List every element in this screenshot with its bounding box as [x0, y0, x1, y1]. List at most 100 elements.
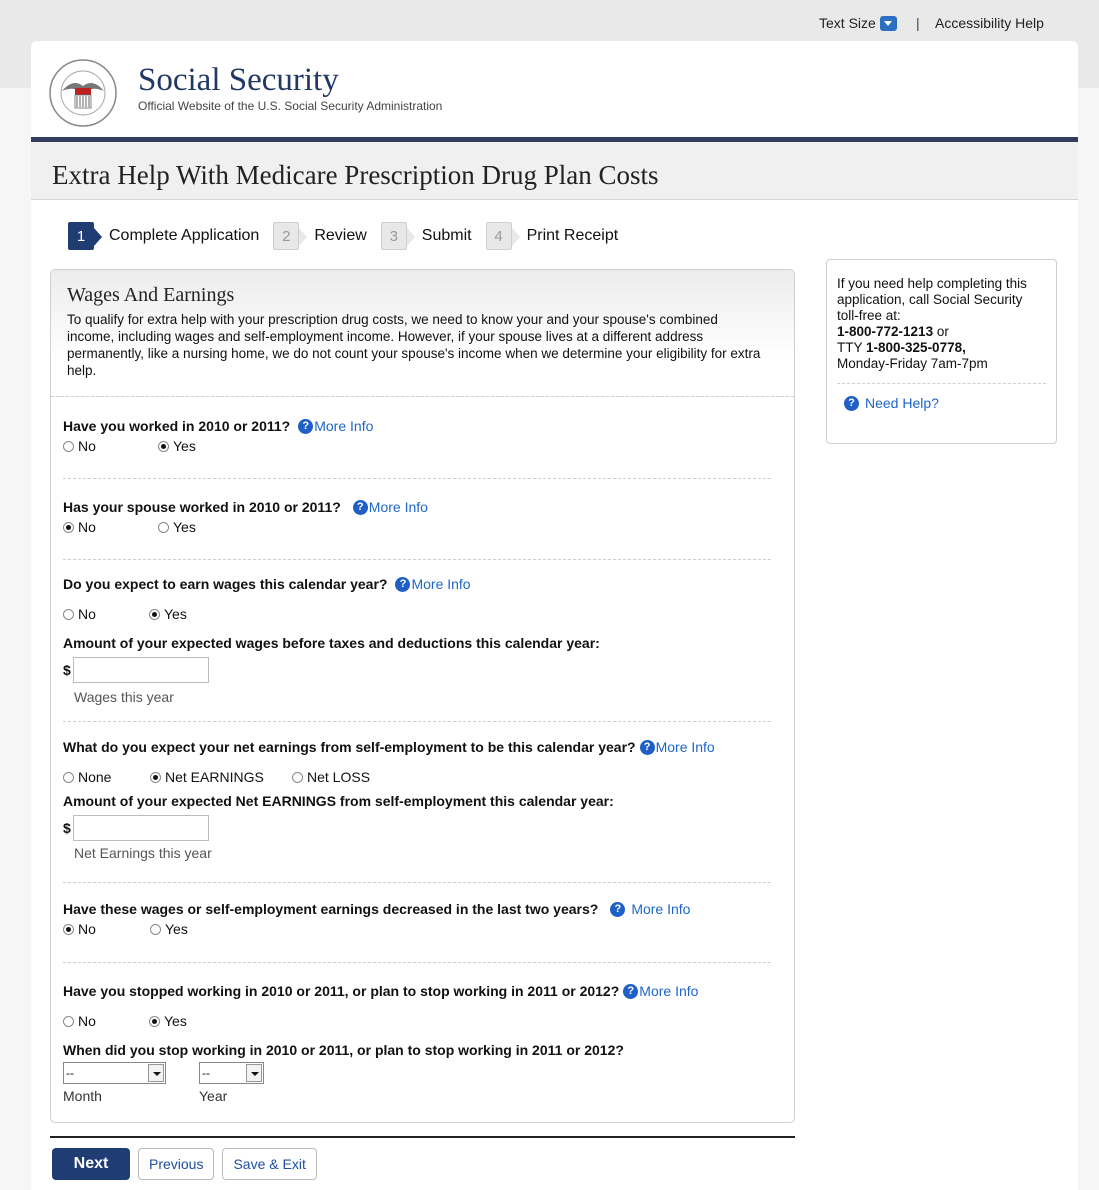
divider [63, 721, 771, 722]
radio-label: None [78, 769, 112, 785]
question-stopped-working: Have you stopped working in 2010 or 2011… [63, 983, 783, 1104]
previous-button[interactable]: Previous [138, 1148, 215, 1180]
radio-label: No [78, 519, 96, 535]
divider [63, 962, 771, 963]
radio-label: No [78, 1013, 96, 1029]
help-circle-icon: ? [298, 418, 314, 434]
radio-circle[interactable] [63, 923, 74, 935]
text-size-control[interactable]: Text Size [819, 15, 897, 31]
radio-net-loss[interactable]: Net LOSS [292, 769, 370, 785]
site-tagline: Official Website of the U.S. Social Secu… [138, 99, 443, 113]
next-button[interactable]: Next [52, 1148, 130, 1180]
more-info-link[interactable]: ? More Info [610, 901, 690, 917]
radio-circle[interactable] [150, 923, 161, 935]
select-value: -- [66, 1066, 74, 1080]
help-hours: Monday-Friday 7am-7pm [837, 356, 988, 371]
more-info-label: More Info [314, 418, 374, 434]
radio-net-earnings[interactable]: Net EARNINGS [150, 769, 292, 785]
help-circle-icon: ? [395, 576, 411, 592]
radio-circle[interactable] [149, 1015, 160, 1027]
wages-earnings-form: Wages And Earnings To qualify for extra … [50, 269, 795, 1123]
help-circle-icon: ? [623, 983, 639, 999]
step-number: 4 [485, 222, 520, 250]
help-or: or [933, 324, 949, 339]
step-number: 3 [380, 222, 415, 250]
radio-circle[interactable] [63, 521, 74, 533]
step-label: Print Receipt [526, 227, 619, 244]
radio-circle[interactable] [158, 440, 169, 452]
more-info-link[interactable]: ? More Info [298, 418, 373, 434]
radio-no[interactable]: No [63, 606, 149, 622]
radio-label: No [78, 921, 96, 937]
radio-yes[interactable]: Yes [158, 519, 196, 535]
radio-label: Yes [173, 438, 196, 454]
step-number: 2 [273, 222, 308, 250]
help-circle-icon: ? [352, 499, 368, 515]
radio-circle[interactable] [63, 771, 74, 783]
wages-amount-input[interactable] [72, 657, 209, 683]
radio-label: Net EARNINGS [165, 769, 264, 785]
radio-label: No [78, 438, 96, 454]
radio-label: No [78, 606, 96, 622]
divider [837, 383, 1046, 384]
step-print-receipt: 4 Print Receipt [485, 222, 623, 250]
site-name[interactable]: Social Security [138, 62, 442, 98]
form-heading: Wages And Earnings [67, 284, 235, 306]
radio-none[interactable]: None [63, 769, 150, 785]
radio-label: Yes [164, 606, 187, 622]
chevron-down-icon[interactable] [246, 1064, 262, 1082]
help-phone: 1-800-772-1213 [837, 324, 934, 339]
utility-bar: Text Size | Accessibility Help [0, 0, 1099, 45]
chevron-down-icon[interactable] [879, 15, 897, 31]
radio-no[interactable]: No [63, 921, 150, 937]
radio-circle[interactable] [292, 771, 303, 783]
question-earnings-decreased: Have these wages or self-employment earn… [63, 901, 783, 937]
more-info-link[interactable]: ? More Info [639, 739, 715, 755]
help-text: If you need help completing this applica… [837, 276, 1027, 323]
wages-hint: Wages this year [74, 689, 174, 705]
radio-no[interactable]: No [63, 1013, 149, 1029]
help-circle-icon: ? [844, 395, 859, 411]
question-label: Have you stopped working in 2010 or 2011… [63, 983, 620, 999]
accessibility-help-link[interactable]: Accessibility Help [935, 15, 1044, 31]
more-info-link[interactable]: ? More Info [352, 499, 428, 515]
net-earnings-amount-input[interactable] [72, 815, 209, 841]
radio-label: Net LOSS [307, 769, 371, 785]
month-label: Month [63, 1088, 102, 1104]
radio-circle[interactable] [149, 608, 160, 620]
question-net-earnings: What do you expect your net earnings fro… [63, 739, 783, 861]
background-band-left [0, 88, 31, 1190]
more-info-link[interactable]: ? More Info [395, 576, 471, 592]
month-select[interactable]: -- [63, 1062, 166, 1084]
form-actions: Next Previous Save & Exit [52, 1148, 325, 1180]
question-label: Have you worked in 2010 or 2011? [63, 418, 291, 434]
save-exit-button[interactable]: Save & Exit [222, 1148, 317, 1180]
radio-yes[interactable]: Yes [150, 921, 188, 937]
radio-circle[interactable] [150, 771, 161, 783]
separator: | [916, 15, 920, 31]
need-help-label: Need Help? [865, 395, 939, 411]
radio-no[interactable]: No [63, 519, 158, 535]
radio-yes[interactable]: Yes [149, 1013, 187, 1029]
ssa-seal-logo[interactable] [48, 58, 118, 128]
radio-circle[interactable] [63, 608, 74, 620]
select-value: -- [202, 1066, 210, 1080]
more-info-label: More Info [639, 983, 699, 999]
chevron-down-icon[interactable] [148, 1064, 164, 1082]
tty-phone: 1-800-325-0778, [866, 340, 966, 355]
page-title: Extra Help With Medicare Prescription Dr… [52, 160, 659, 190]
more-info-label: More Info [368, 499, 428, 515]
need-help-link[interactable]: ? Need Help? [844, 395, 1046, 411]
year-select[interactable]: -- [199, 1062, 264, 1084]
radio-circle[interactable] [63, 440, 74, 452]
radio-circle[interactable] [158, 521, 169, 533]
radio-yes[interactable]: Yes [149, 606, 187, 622]
radio-circle[interactable] [63, 1015, 74, 1027]
more-info-link[interactable]: ? More Info [623, 983, 698, 999]
step-number: 1 [68, 222, 102, 250]
question-label: What do you expect your net earnings fro… [63, 739, 636, 755]
radio-label: Yes [164, 1013, 187, 1029]
radio-yes[interactable]: Yes [158, 438, 196, 454]
question-expect-wages: Do you expect to earn wages this calenda… [63, 576, 783, 705]
radio-no[interactable]: No [63, 438, 158, 454]
